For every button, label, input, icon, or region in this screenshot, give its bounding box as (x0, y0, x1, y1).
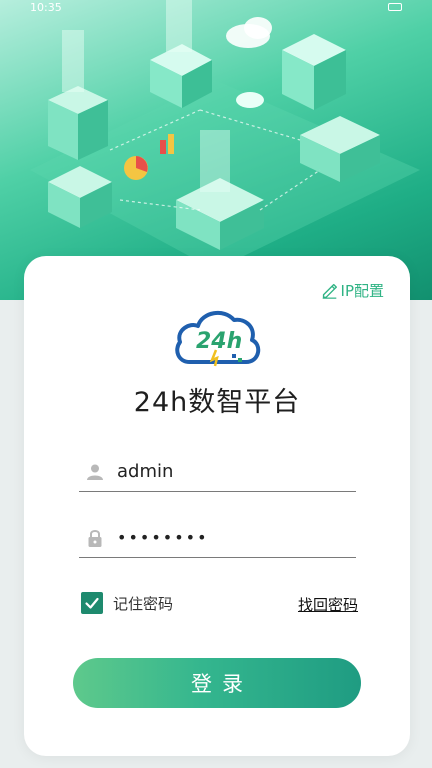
user-icon (87, 464, 103, 480)
battery-icon (388, 3, 402, 11)
pencil-icon (322, 283, 337, 299)
ip-config-button[interactable]: IP配置 (321, 280, 384, 301)
username-input[interactable] (117, 461, 337, 482)
remember-checkbox[interactable] (81, 592, 103, 614)
remember-password-toggle[interactable]: 记住密码 (81, 592, 173, 614)
status-time: 10:35 (30, 0, 62, 14)
check-icon (85, 597, 99, 609)
remember-label: 记住密码 (113, 594, 174, 613)
data-center-illustration (30, 0, 420, 270)
login-button[interactable]: 登录 (73, 658, 361, 708)
forgot-password-link[interactable]: 找回密码 (298, 594, 358, 615)
app-logo: 24h (175, 310, 261, 367)
app-title: 24h数智平台 (133, 387, 301, 418)
logo-text: 24h (196, 329, 242, 354)
username-field (79, 452, 356, 492)
password-input[interactable] (117, 528, 337, 547)
login-card: IP配置 24h 24h数智平台 记住密码 找回密码 登录 (24, 256, 410, 756)
status-bar: 10:35 (0, 0, 432, 14)
password-field (79, 518, 356, 558)
lock-icon (88, 529, 102, 547)
hero-illustration: 10:35 (0, 0, 432, 300)
status-icons (388, 3, 402, 11)
ip-config-label: IP配置 (340, 282, 384, 300)
